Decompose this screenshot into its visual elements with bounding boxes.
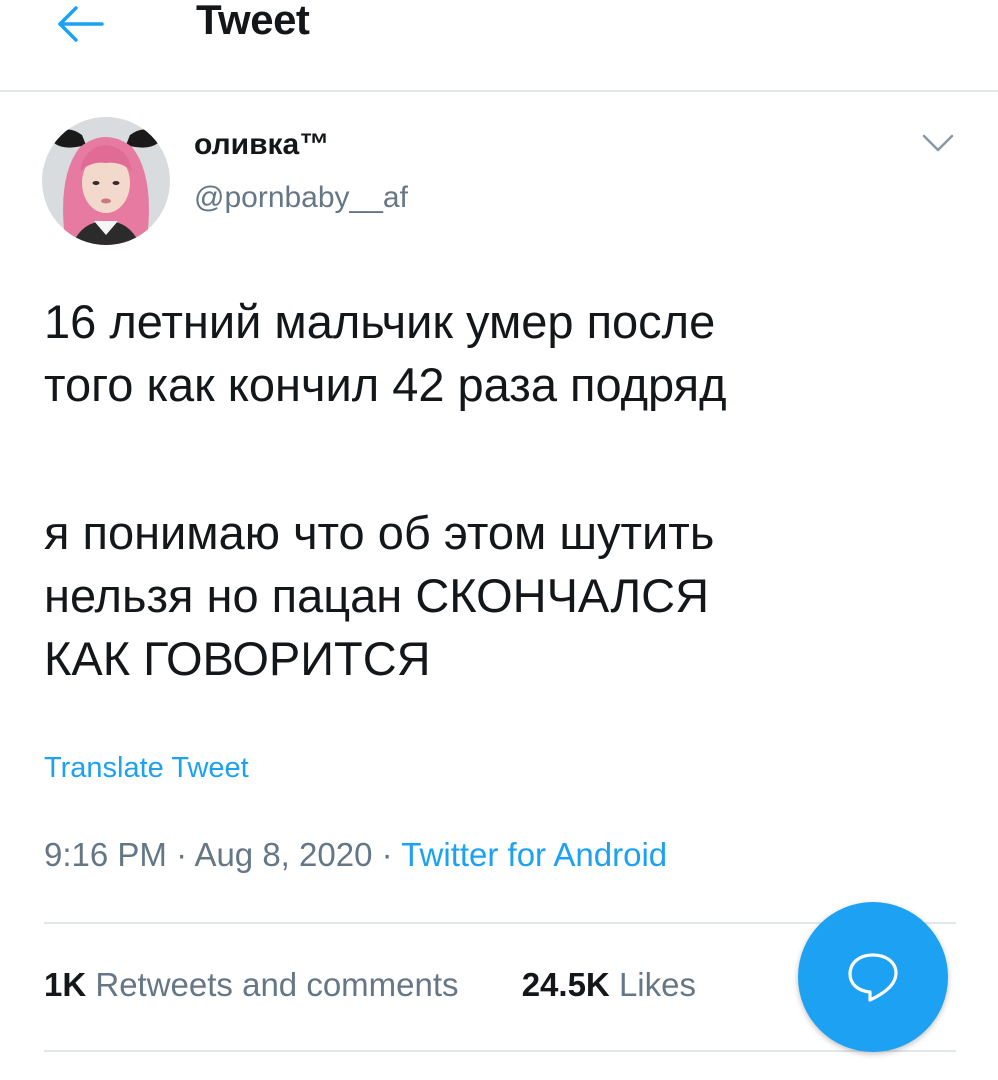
retweets-label: Retweets and comments — [95, 966, 459, 1003]
avatar-photo — [42, 117, 170, 245]
avatar[interactable] — [42, 117, 170, 245]
tweet-text: 16 летний мальчик умер после того как ко… — [44, 290, 964, 690]
reply-fab-button[interactable] — [798, 902, 948, 1052]
back-arrow-icon — [58, 6, 104, 42]
translate-tweet-link[interactable]: Translate Tweet — [44, 752, 249, 785]
compose-reply-icon — [848, 953, 898, 1002]
meta-separator: · — [176, 836, 188, 873]
retweets-count: 1K — [44, 966, 87, 1003]
tweet-text-line: КАК ГОВОРИТСЯ — [44, 632, 431, 685]
likes-stat[interactable]: 24.5K Likes — [522, 966, 696, 1003]
tweet-text-line: того как кончил 42 раза подряд — [44, 358, 727, 411]
author-display-name[interactable]: оливка™ — [194, 128, 329, 162]
tweet-text-line: 16 летний мальчик умер после — [44, 295, 716, 348]
tweet-stats: 1K Retweets and comments 24.5K Likes — [44, 966, 696, 1004]
likes-count: 24.5K — [521, 966, 610, 1003]
tweet-timestamp-line: 9:16 PM · Aug 8, 2020 · Twitter for Andr… — [44, 836, 667, 874]
tweet-menu-button[interactable] — [918, 128, 958, 158]
top-bar: Tweet — [0, 0, 998, 92]
tweet-time: 9:16 PM — [44, 836, 167, 873]
retweets-stat[interactable]: 1K Retweets and comments — [44, 966, 468, 1003]
tweet-date: Aug 8, 2020 — [194, 836, 373, 873]
chevron-down-icon — [922, 134, 954, 152]
back-button[interactable] — [50, 2, 110, 46]
divider — [44, 1050, 956, 1052]
page-title: Tweet — [196, 0, 310, 43]
tweet-text-line: нельзя но пацан СКОНЧАЛСЯ — [44, 569, 710, 622]
tweet-text-line: я понимаю что об этом шутить — [44, 506, 715, 559]
likes-label: Likes — [618, 966, 696, 1003]
meta-separator: · — [381, 836, 393, 873]
author-handle[interactable]: @pornbaby__af — [194, 181, 408, 215]
tweet-source-link[interactable]: Twitter for Android — [401, 836, 667, 873]
